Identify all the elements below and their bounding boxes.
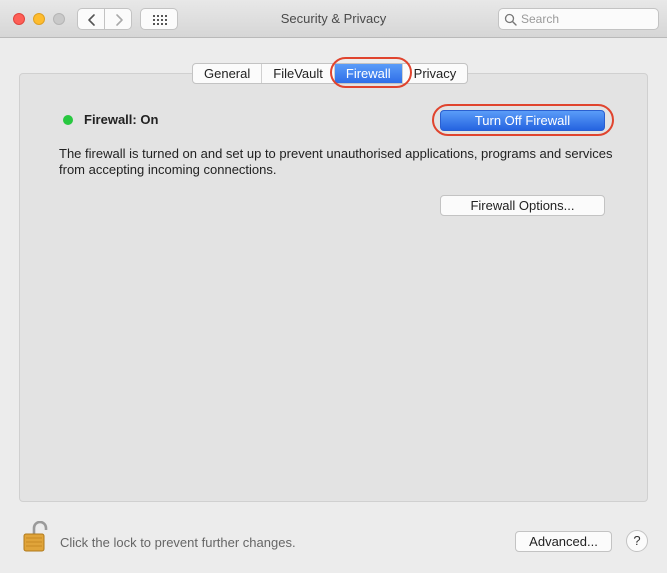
lock-hint-text: Click the lock to prevent further change… bbox=[60, 535, 296, 550]
firewall-description: The firewall is turned on and set up to … bbox=[59, 146, 613, 177]
help-button[interactable]: ? bbox=[626, 530, 648, 552]
title-bar: Security & Privacy bbox=[0, 0, 667, 38]
firewall-tab-highlight bbox=[330, 57, 412, 88]
search-input[interactable] bbox=[521, 11, 651, 27]
firewall-options-button[interactable]: Firewall Options... bbox=[440, 195, 605, 216]
lock-button[interactable] bbox=[22, 520, 48, 556]
tab-general[interactable]: General bbox=[193, 64, 263, 83]
search-field[interactable] bbox=[498, 8, 659, 30]
tab-filevault[interactable]: FileVault bbox=[262, 64, 335, 83]
status-indicator bbox=[63, 115, 73, 125]
firewall-status-label: Firewall: On bbox=[84, 112, 159, 127]
search-icon bbox=[504, 13, 517, 26]
tab-privacy[interactable]: Privacy bbox=[403, 64, 468, 83]
unlocked-padlock-icon bbox=[23, 520, 48, 552]
advanced-button[interactable]: Advanced... bbox=[515, 531, 612, 552]
firewall-panel bbox=[19, 73, 648, 502]
turn-off-button-highlight bbox=[432, 104, 614, 136]
